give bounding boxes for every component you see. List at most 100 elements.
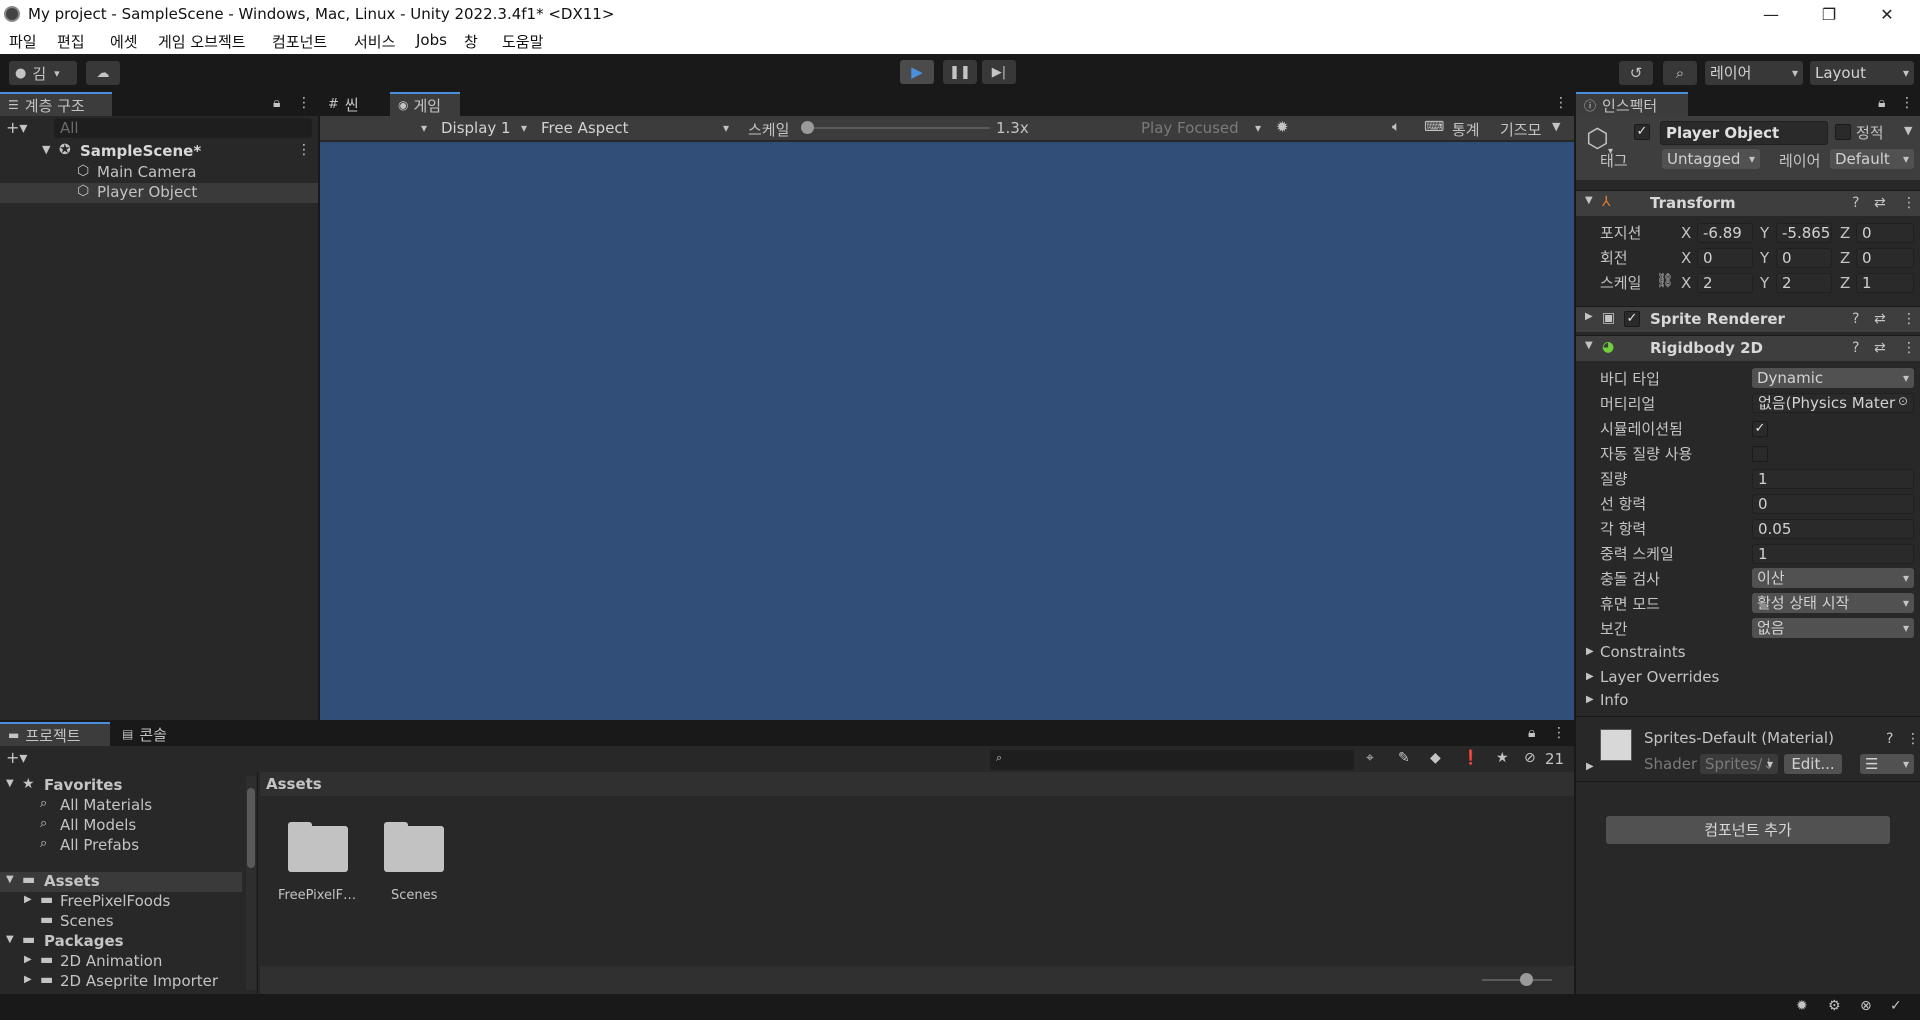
aspect-dropdown[interactable]: Free Aspect [536,118,734,138]
rotation-y-field[interactable]: 0 [1776,248,1832,268]
filter-by-label-icon[interactable]: ◆ [1430,750,1441,766]
play-button[interactable]: ▶ [900,60,934,84]
game-view[interactable] [320,142,1574,720]
presets-icon[interactable]: ⇄ [1874,311,1886,327]
view-options-icon[interactable]: ⋮ [1554,95,1568,111]
expand-arrow-icon[interactable]: ▼ [6,778,14,789]
warning-icon[interactable]: ❗ [1462,750,1479,766]
bug-status-icon[interactable]: ✹ [1796,998,1808,1014]
edit-shader-button[interactable]: Edit... [1784,754,1842,774]
tab-console[interactable]: ▤ 콘솔 [114,722,184,746]
grid-item-freepixelfoods[interactable]: FreePixelF… [278,888,356,903]
check-status-icon[interactable]: ✓ [1890,998,1902,1014]
auto-mass-checkbox[interactable] [1752,446,1768,462]
collision-detection-dropdown[interactable]: 이산 [1752,568,1914,588]
account-dropdown[interactable]: ● 김 ▾ [9,61,77,85]
expand-arrow-icon[interactable]: ▼ [42,143,50,156]
component-menu-icon[interactable]: ⋮ [1906,731,1920,747]
sprite-renderer-header[interactable]: ▶ ▣ ✓ Sprite Renderer ? ⇄ ⋮ [1576,306,1920,332]
icon-size-slider-track[interactable] [1482,979,1552,981]
restore-button[interactable]: ❐ [1800,0,1858,28]
tab-game[interactable]: ◉ 게임 [390,92,460,116]
menu-services[interactable]: 서비스 [354,31,395,52]
lock-icon[interactable]: 🔒︎ [273,95,280,111]
shader-dropdown[interactable]: Sprites/↓ [1700,754,1778,774]
step-button[interactable]: ▶| [982,60,1016,84]
tree-scrollbar-thumb[interactable] [247,788,255,868]
menu-component[interactable]: 컴포넌트 [272,31,327,52]
expand-arrow-icon[interactable]: ▼ [6,934,14,945]
tab-project[interactable]: ▬ 프로젝트 [0,722,110,746]
menu-jobs[interactable]: Jobs [416,31,447,49]
scale-z-field[interactable]: 1 [1856,273,1914,293]
more-options-icon[interactable]: ⋮ [1552,725,1566,741]
tab-hierarchy[interactable]: ☰ 계층 구조 [0,92,112,116]
cache-status-icon[interactable]: ⊗ [1860,998,1872,1014]
help-icon[interactable]: ? [1852,340,1859,356]
transform-header[interactable]: ▼ ⅄ Transform ? ⇄ ⋮ [1576,190,1920,216]
lock-icon[interactable]: 🔒︎ [1878,95,1885,111]
add-icon[interactable]: +▾ [6,748,27,767]
hierarchy-search-input[interactable]: All [54,118,312,138]
keyboard-icon[interactable]: ⌨ [1424,119,1444,135]
project-search-input[interactable] [990,750,1354,770]
sleep-mode-dropdown[interactable]: 활성 상태 시작 [1752,593,1914,613]
breadcrumb-assets[interactable]: Assets [266,775,322,793]
layer-dropdown[interactable]: Default [1830,149,1914,169]
tree-item-packages[interactable]: Packages [44,932,124,950]
pause-button[interactable]: ❚❚ [943,60,977,84]
more-options-icon[interactable]: ⋮ [1900,95,1914,111]
simulated-checkbox[interactable]: ✓ [1752,421,1768,437]
scale-y-field[interactable]: 2 [1776,273,1832,293]
menu-file[interactable]: 파일 [9,31,37,52]
progress-status-icon[interactable]: ⚙ [1828,998,1841,1014]
shader-options-dropdown[interactable]: ☰ [1860,754,1914,774]
mute-audio-icon[interactable]: 🔈︎ [1392,119,1400,135]
rotation-x-field[interactable]: 0 [1697,248,1753,268]
tab-scene[interactable]: # 씬 [320,92,386,116]
interpolate-dropdown[interactable]: 없음 [1752,618,1914,638]
component-menu-icon[interactable]: ⋮ [1902,340,1916,356]
position-y-field[interactable]: -5.865 [1776,223,1832,243]
expand-arrow-icon[interactable]: ▼ [1585,195,1593,206]
hierarchy-item-player-object[interactable]: ⬡ Player Object [0,183,318,203]
linear-drag-field[interactable]: 0 [1752,494,1914,514]
bug-icon[interactable]: ✹ [1276,118,1289,136]
tree-item-assets[interactable]: ▼ ▬ Assets [0,872,242,892]
help-icon[interactable]: ? [1852,195,1859,211]
rigidbody-header[interactable]: ▼ ◕ Rigidbody 2D ? ⇄ ⋮ [1576,335,1920,361]
sprite-renderer-enabled-checkbox[interactable]: ✓ [1624,311,1640,327]
collapsed-arrow-icon[interactable]: ▶ [1586,671,1594,682]
presets-icon[interactable]: ⇄ [1874,340,1886,356]
angular-drag-field[interactable]: 0.05 [1752,519,1914,539]
object-name-field[interactable]: Player Object [1660,121,1828,145]
collapsed-arrow-icon[interactable]: ▶ [1586,694,1594,705]
menu-window[interactable]: 창 [464,31,478,52]
favorites-label[interactable]: Favorites [44,776,122,794]
tag-dropdown[interactable]: Untagged [1662,149,1760,169]
expand-arrow-icon[interactable]: ▼ [6,874,14,885]
component-menu-icon[interactable]: ⋮ [1902,311,1916,327]
object-picker-icon[interactable]: ⊙ [1898,394,1908,408]
scene-options-icon[interactable]: ⋮ [297,142,311,158]
collapsed-arrow-icon[interactable]: ▶ [1586,646,1594,657]
history-button[interactable]: ↺ [1619,61,1653,85]
scale-x-field[interactable]: 2 [1697,273,1753,293]
expand-arrow-icon[interactable]: ▼ [1585,340,1593,351]
filter-by-type-icon[interactable]: ✎ [1398,750,1410,766]
menu-help[interactable]: 도움말 [502,31,543,52]
folder-icon[interactable] [384,822,444,872]
favorite-all-prefabs[interactable]: All Prefabs [60,836,139,854]
scale-slider-track[interactable] [804,127,990,129]
menu-edit[interactable]: 편집 [57,31,85,52]
tree-item-2d-aseprite-importer[interactable]: 2D Aseprite Importer [60,972,218,990]
tab-inspector[interactable]: ⓘ 인스펙터 [1576,92,1688,116]
layer-overrides-foldout[interactable]: Layer Overrides [1600,668,1719,686]
game-mode-dropdown[interactable] [320,118,432,138]
folder-icon[interactable] [288,822,348,872]
add-component-button[interactable]: 컴포넌트 추가 [1606,816,1890,844]
favorite-all-models[interactable]: All Models [60,816,136,834]
collapsed-arrow-icon[interactable]: ▶ [24,954,32,965]
tree-scrollbar[interactable] [246,776,256,990]
body-type-dropdown[interactable]: Dynamic [1752,368,1914,388]
